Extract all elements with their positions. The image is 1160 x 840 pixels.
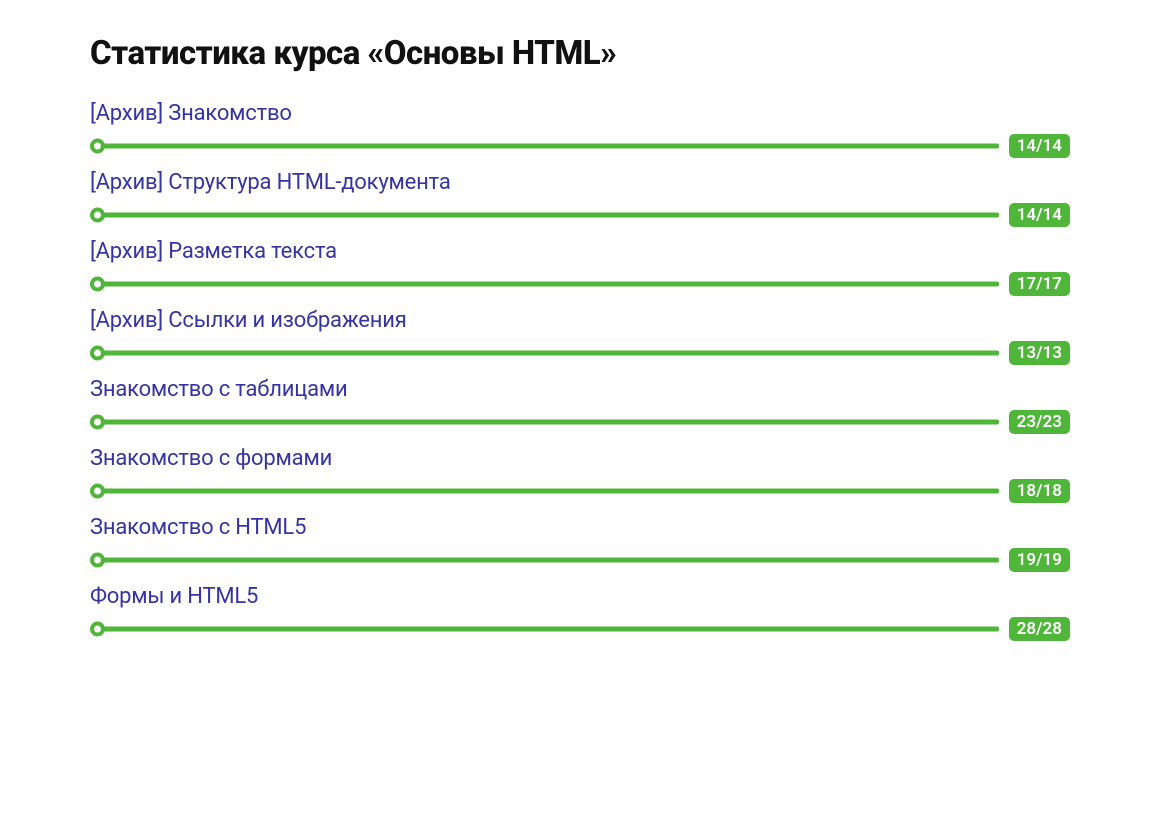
module-item: [Архив] Знакомство 14/14 — [90, 95, 1070, 158]
progress-row: 13/13 — [90, 341, 1070, 365]
progress-track — [96, 558, 999, 563]
progress-knob — [90, 346, 105, 361]
progress-badge: 28/28 — [1009, 617, 1070, 641]
progress-track — [96, 420, 999, 425]
progress-bar — [90, 345, 999, 361]
module-item: Знакомство с формами 18/18 — [90, 440, 1070, 503]
progress-track — [96, 213, 999, 218]
progress-track — [96, 144, 999, 149]
progress-bar — [90, 276, 999, 292]
module-title-link[interactable]: [Архив] Знакомство — [90, 101, 292, 126]
module-item: [Архив] Ссылки и изображения 13/13 — [90, 302, 1070, 365]
module-title-link[interactable]: Знакомство с HTML5 — [90, 515, 306, 540]
progress-knob — [90, 553, 105, 568]
progress-badge: 17/17 — [1009, 272, 1070, 296]
progress-row: 18/18 — [90, 479, 1070, 503]
progress-badge: 19/19 — [1009, 548, 1070, 572]
progress-row: 19/19 — [90, 548, 1070, 572]
progress-badge: 23/23 — [1009, 410, 1070, 434]
progress-track — [96, 489, 999, 494]
progress-bar — [90, 621, 999, 637]
module-item: Знакомство с HTML5 19/19 — [90, 509, 1070, 572]
progress-track — [96, 351, 999, 356]
progress-bar — [90, 552, 999, 568]
progress-badge: 13/13 — [1009, 341, 1070, 365]
progress-track — [96, 282, 999, 287]
progress-knob — [90, 622, 105, 637]
progress-bar — [90, 483, 999, 499]
progress-bar — [90, 414, 999, 430]
progress-knob — [90, 208, 105, 223]
progress-bar — [90, 207, 999, 223]
module-title-link[interactable]: Знакомство с формами — [90, 446, 332, 471]
module-title-link[interactable]: [Архив] Ссылки и изображения — [90, 308, 407, 333]
module-item: Формы и HTML5 28/28 — [90, 578, 1070, 641]
progress-row: 23/23 — [90, 410, 1070, 434]
module-title-link[interactable]: [Архив] Разметка текста — [90, 239, 337, 264]
module-item: [Архив] Структура HTML-документа 14/14 — [90, 164, 1070, 227]
progress-row: 14/14 — [90, 203, 1070, 227]
progress-row: 14/14 — [90, 134, 1070, 158]
progress-knob — [90, 139, 105, 154]
page-title: Статистика курса «Основы HTML» — [90, 34, 1070, 73]
progress-badge: 14/14 — [1009, 134, 1070, 158]
module-title-link[interactable]: [Архив] Структура HTML-документа — [90, 170, 451, 195]
progress-knob — [90, 415, 105, 430]
module-list: [Архив] Знакомство14/14[Архив] Структура… — [90, 95, 1070, 641]
module-item: Знакомство с таблицами 23/23 — [90, 371, 1070, 434]
module-title-link[interactable]: Знакомство с таблицами — [90, 377, 347, 402]
progress-row: 17/17 — [90, 272, 1070, 296]
module-title-link[interactable]: Формы и HTML5 — [90, 584, 258, 609]
module-item: [Архив] Разметка текста 17/17 — [90, 233, 1070, 296]
progress-knob — [90, 484, 105, 499]
progress-track — [96, 627, 999, 632]
progress-knob — [90, 277, 105, 292]
progress-badge: 18/18 — [1009, 479, 1070, 503]
progress-badge: 14/14 — [1009, 203, 1070, 227]
progress-bar — [90, 138, 999, 154]
progress-row: 28/28 — [90, 617, 1070, 641]
